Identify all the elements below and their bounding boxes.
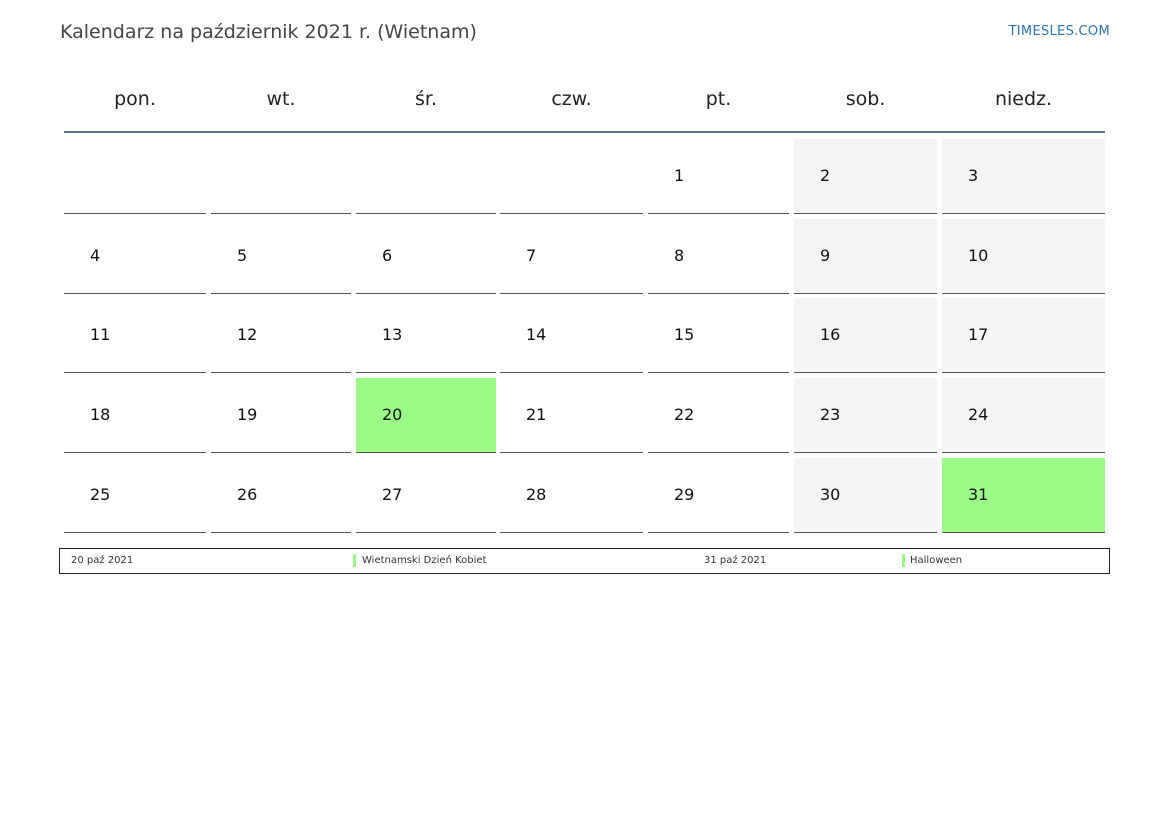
day-cell-19[interactable]: 19 [211,378,351,453]
day-cell-7[interactable]: 7 [500,219,643,294]
empty-day-cell [64,139,206,214]
day-number: 8 [674,246,685,265]
legend-color-bar-2 [902,554,905,567]
day-cell-6[interactable]: 6 [356,219,496,294]
day-cell-17[interactable]: 17 [942,298,1105,373]
day-number: 16 [820,325,841,344]
day-number: 17 [968,325,989,344]
day-number: 12 [237,325,258,344]
page-title: Kalendarz na październik 2021 r. (Wietna… [60,21,477,43]
day-number: 3 [968,166,979,185]
day-number: 15 [674,325,695,344]
day-number: 1 [674,166,685,185]
day-cell-3[interactable]: 3 [942,139,1105,214]
day-cell-25[interactable]: 25 [64,458,206,533]
day-cell-5[interactable]: 5 [211,219,351,294]
day-number: 23 [820,405,841,424]
header-divider [64,131,1105,133]
day-number: 28 [526,485,547,504]
day-number: 31 [968,485,989,504]
empty-day-cell [356,139,496,214]
day-cell-8[interactable]: 8 [648,219,789,294]
weekday-header-4: pt. [705,88,732,110]
weekday-header-0: pon. [114,88,156,110]
day-cell-10[interactable]: 10 [942,219,1105,294]
weekday-header-5: sob. [845,88,886,110]
legend-date-1: 20 paź 2021 [71,555,134,566]
day-number: 24 [968,405,989,424]
day-cell-20[interactable]: 20 [356,378,496,453]
day-number: 6 [382,246,393,265]
day-number: 11 [90,325,111,344]
day-number: 21 [526,405,547,424]
weekday-header-row: pon. wt. śr. czw. pt. sob. niedz. [0,80,1169,120]
legend-color-bar-1 [353,554,356,567]
day-cell-15[interactable]: 15 [648,298,789,373]
day-cell-14[interactable]: 14 [500,298,643,373]
day-number: 27 [382,485,403,504]
day-cell-2[interactable]: 2 [794,139,937,214]
day-number: 2 [820,166,831,185]
day-cell-23[interactable]: 23 [794,378,937,453]
day-number: 4 [90,246,101,265]
weekday-header-6: niedz. [994,88,1053,110]
day-number: 26 [237,485,258,504]
day-cell-30[interactable]: 30 [794,458,937,533]
day-cell-4[interactable]: 4 [64,219,206,294]
day-number: 7 [526,246,537,265]
day-number: 9 [820,246,831,265]
legend-holiday-2: Halloween [910,555,963,566]
day-number: 5 [237,246,248,265]
day-cell-9[interactable]: 9 [794,219,937,294]
day-cell-18[interactable]: 18 [64,378,206,453]
day-cell-16[interactable]: 16 [794,298,937,373]
empty-day-cell [211,139,351,214]
weekday-header-1: wt. [266,88,296,110]
weekday-header-3: czw. [551,88,592,110]
day-number: 14 [526,325,547,344]
day-cell-29[interactable]: 29 [648,458,789,533]
day-cell-28[interactable]: 28 [500,458,643,533]
holiday-legend: 20 paź 2021 Wietnamski Dzień Kobiet 31 p… [59,548,1110,574]
day-number: 22 [674,405,695,424]
day-cell-11[interactable]: 11 [64,298,206,373]
legend-holiday-1: Wietnamski Dzień Kobiet [362,555,487,566]
legend-date-2: 31 paź 2021 [704,555,767,566]
day-cell-27[interactable]: 27 [356,458,496,533]
day-cell-12[interactable]: 12 [211,298,351,373]
day-cell-13[interactable]: 13 [356,298,496,373]
empty-day-cell [500,139,643,214]
day-cell-26[interactable]: 26 [211,458,351,533]
day-number: 18 [90,405,111,424]
day-number: 30 [820,485,841,504]
brand-link[interactable]: TIMESLES.COM [1009,24,1110,40]
day-number: 25 [90,485,111,504]
day-number: 10 [968,246,989,265]
day-cell-22[interactable]: 22 [648,378,789,453]
day-cell-1[interactable]: 1 [648,139,789,214]
day-number: 19 [237,405,258,424]
day-number: 20 [382,405,403,424]
weekday-header-2: śr. [414,88,437,110]
day-cell-31[interactable]: 31 [942,458,1105,533]
day-cell-24[interactable]: 24 [942,378,1105,453]
day-cell-21[interactable]: 21 [500,378,643,453]
day-number: 13 [382,325,403,344]
day-number: 29 [674,485,695,504]
